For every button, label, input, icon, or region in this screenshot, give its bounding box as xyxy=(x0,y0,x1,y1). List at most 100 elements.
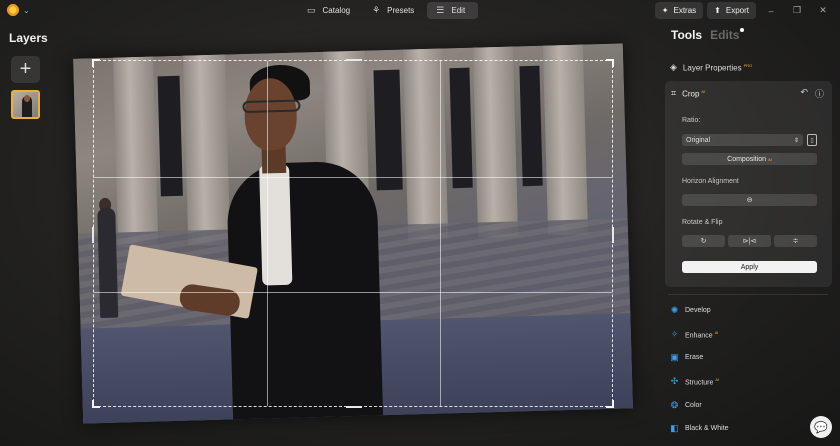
tool-enhance-text: Enhance xyxy=(685,332,713,340)
tab-catalog[interactable]: ▭ Catalog xyxy=(298,2,359,19)
panel-divider xyxy=(668,294,828,295)
ratio-label: Ratio: xyxy=(682,117,701,124)
tool-enhance-label: Enhance AI xyxy=(685,330,718,339)
tool-erase[interactable]: ▣ Erase xyxy=(670,353,703,362)
chevron-updown-icon: ⇕ xyxy=(793,137,799,144)
extras-label: Extras xyxy=(673,6,697,15)
composition-button[interactable]: Composition AI xyxy=(682,153,817,165)
crop-grid-line xyxy=(440,61,441,406)
add-layer-button[interactable]: + xyxy=(11,56,40,83)
tab-edit[interactable]: ☰ Edit xyxy=(427,2,479,19)
color-icon: ❂ xyxy=(670,400,679,410)
apply-button[interactable]: Apply xyxy=(682,261,817,273)
tool-enhance[interactable]: ✧ Enhance AI xyxy=(670,329,719,340)
rotate-flip-buttons: ↻ ⊳|⊲ ≑ xyxy=(682,235,817,247)
tool-develop[interactable]: ✺ Develop xyxy=(670,306,711,315)
close-button[interactable]: ✕ xyxy=(812,2,834,19)
export-icon: ⬆ xyxy=(714,6,721,15)
crop-frame[interactable] xyxy=(92,59,614,408)
layer-properties-text: Layer Properties xyxy=(682,63,742,73)
structure-icon: ✣ xyxy=(670,376,679,387)
crop-handle-top-left[interactable] xyxy=(92,59,100,67)
erase-icon: ▣ xyxy=(670,352,679,362)
restore-icon: ❐ xyxy=(792,5,802,15)
flip-vertical-button[interactable]: ≑ xyxy=(774,235,817,247)
undo-icon[interactable]: ↶ xyxy=(800,87,808,100)
tab-edit-label: Edit xyxy=(451,6,466,15)
layers-title: Layers xyxy=(9,31,48,45)
restore-button[interactable]: ❐ xyxy=(786,2,808,19)
crop-grid-line xyxy=(94,292,612,293)
extras-button[interactable]: ✦ Extras xyxy=(654,2,704,19)
crop-handle-bottom-right[interactable] xyxy=(606,400,614,408)
crop-handle-right[interactable] xyxy=(612,227,614,243)
flip-vertical-icon: ≑ xyxy=(792,238,799,245)
crop-handle-top[interactable] xyxy=(346,59,362,61)
crop-grid-line xyxy=(94,177,612,178)
crop-panel-actions: ↶ ⓘ xyxy=(800,87,824,100)
layer-properties-label: Layer Properties PRO xyxy=(683,63,752,73)
chat-support-button[interactable]: 💬 xyxy=(810,416,832,438)
crop-grid-line xyxy=(267,61,268,406)
enhance-icon: ✧ xyxy=(670,329,679,340)
crop-title-text: Crop xyxy=(682,89,700,99)
tab-presets-label: Presets xyxy=(387,6,415,15)
crop-handle-left[interactable] xyxy=(92,227,94,243)
tool-erase-label: Erase xyxy=(685,354,704,361)
folder-icon: ▭ xyxy=(307,5,316,15)
top-right-controls: ✦ Extras ⬆ Export – ❐ ✕ xyxy=(654,2,834,19)
tab-edits[interactable]: Edits xyxy=(710,28,745,42)
tab-catalog-label: Catalog xyxy=(322,6,351,15)
main-nav: ▭ Catalog ⚘ Presets ☰ Edit xyxy=(298,2,479,19)
tab-tools[interactable]: Tools xyxy=(671,28,702,42)
rotate-flip-label: Rotate & Flip xyxy=(682,219,723,226)
horizon-icon: ⊖ xyxy=(746,197,753,204)
ratio-select-value: Original xyxy=(686,136,711,144)
crop-icon: ⌗ xyxy=(671,88,677,98)
ai-badge: AI xyxy=(768,156,772,162)
black-white-icon: ◧ xyxy=(670,423,679,433)
tool-structure[interactable]: ✣ Structure AI xyxy=(670,376,719,387)
sparkle-icon: ✦ xyxy=(661,6,669,15)
chat-bubble-icon: 💬 xyxy=(814,421,828,434)
flip-horizontal-button[interactable]: ⊳|⊲ xyxy=(728,235,771,247)
horizon-alignment-button[interactable]: ⊖ xyxy=(682,194,817,206)
crop-handle-bottom[interactable] xyxy=(346,406,362,408)
tool-structure-text: Structure xyxy=(685,379,714,387)
edits-indicator-dot xyxy=(740,28,745,32)
minimize-button[interactable]: – xyxy=(760,2,782,19)
develop-icon: ✺ xyxy=(670,305,679,315)
right-panel-tabs: Tools Edits xyxy=(671,28,745,42)
layers-stack-icon: ◈ xyxy=(670,62,677,72)
ratio-select[interactable]: Original ⇕ xyxy=(682,134,803,146)
layer-properties-item[interactable]: ◈ Layer Properties PRO xyxy=(670,62,752,73)
tab-presets[interactable]: ⚘ Presets xyxy=(363,2,423,19)
ai-badge: AI xyxy=(714,330,719,335)
crop-panel-header[interactable]: ⌗ Crop AI xyxy=(671,88,705,99)
tab-edits-label: Edits xyxy=(710,28,740,42)
tool-color[interactable]: ❂ Color xyxy=(670,401,702,410)
minimize-icon: – xyxy=(768,5,774,16)
crop-handle-top-right[interactable] xyxy=(606,59,614,67)
info-icon[interactable]: ⓘ xyxy=(815,87,824,100)
orientation-toggle-button[interactable]: ▯ xyxy=(807,134,817,146)
rotate-icon: ↻ xyxy=(700,238,707,245)
export-label: Export xyxy=(725,6,749,15)
app-menu-button[interactable]: ⌄ xyxy=(6,3,30,17)
composition-label: Composition xyxy=(727,155,767,163)
rotate-button[interactable]: ↻ xyxy=(682,235,725,247)
pro-badge: PRO xyxy=(743,62,753,68)
presets-icon: ⚘ xyxy=(372,5,381,15)
horizon-alignment-label: Horizon Alignment xyxy=(682,178,739,185)
export-button[interactable]: ⬆ Export xyxy=(707,2,756,19)
layer-thumbnail[interactable] xyxy=(11,90,40,119)
flip-horizontal-icon: ⊳|⊲ xyxy=(742,238,757,245)
thumbnail-face xyxy=(24,95,30,102)
tool-develop-label: Develop xyxy=(685,307,711,314)
ai-badge: AI xyxy=(701,88,706,94)
crop-handle-bottom-left[interactable] xyxy=(92,400,100,408)
crop-panel: ⌗ Crop AI ↶ ⓘ Ratio: Original ⇕ ▯ Composi… xyxy=(665,81,832,287)
tool-black-white[interactable]: ◧ Black & White xyxy=(670,423,728,433)
top-bar: ⌄ ▭ Catalog ⚘ Presets ☰ Edit ✦ Extras ⬆ … xyxy=(0,0,840,22)
crop-title: Crop AI xyxy=(682,89,705,99)
